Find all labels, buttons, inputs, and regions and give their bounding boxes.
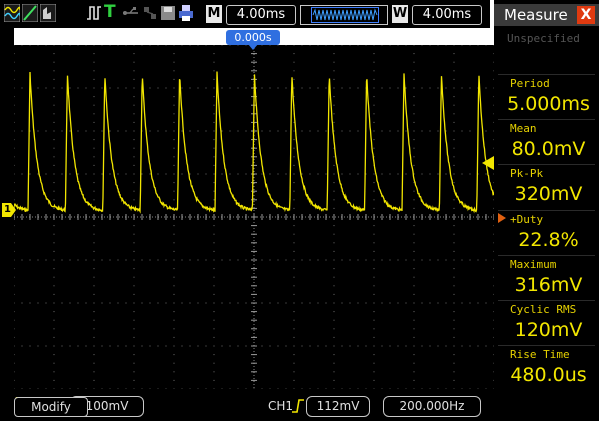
measurement-name: Cyclic RMS (510, 303, 577, 316)
measurement-name: +Duty (510, 213, 544, 226)
measurement-name: Maximum (510, 258, 557, 271)
trigger-position-pointer-icon (248, 44, 258, 50)
measurement-name: Rise Time (510, 348, 570, 361)
modify-button[interactable]: Modify (14, 397, 88, 417)
measurement-name: Pk-Pk (510, 167, 544, 180)
measurement-item[interactable]: Period 5.000ms (498, 74, 595, 119)
measure-panel-header: Measure X (494, 4, 599, 26)
close-icon[interactable]: X (577, 6, 595, 24)
measurement-item[interactable]: +Duty 22.8% (498, 210, 595, 255)
main-timebase-label: M (206, 5, 222, 23)
network-icon (144, 7, 156, 19)
trigger-level-marker-icon[interactable] (482, 156, 494, 170)
measure-source-label: Unspecified (507, 32, 580, 45)
measure-panel-title: Measure (504, 6, 568, 24)
frequency-readout: 200.000Hz (383, 396, 481, 417)
math-icon[interactable] (22, 4, 38, 22)
waveform-icon[interactable] (4, 4, 20, 22)
trigger-status-indicator: T (104, 2, 116, 22)
measurement-value: 80.0mV (511, 138, 586, 160)
measurement-value: 316mV (514, 274, 583, 296)
trigger-position-marker[interactable]: 0.000s (226, 30, 280, 45)
measurement-value: 22.8% (518, 229, 579, 251)
measurement-name: Period (510, 77, 550, 90)
ch1-trace (14, 71, 494, 214)
printer-icon[interactable] (178, 4, 194, 22)
measurement-name: Mean (510, 122, 537, 135)
status-bar: DC 20 100mV CH1 112mV 200.000Hz (0, 392, 599, 421)
measurement-item[interactable]: Mean 80.0mV (498, 119, 595, 164)
selected-measurement-arrow-icon (498, 213, 506, 223)
ch1-marker-label: 1 (4, 204, 11, 215)
measurement-item[interactable]: Rise Time 480.0us (498, 345, 595, 390)
measurement-value: 5.000ms (507, 93, 590, 115)
display-mode-icon[interactable] (40, 4, 56, 22)
window-timebase-label: W (392, 5, 408, 23)
measurement-value: 480.0us (510, 364, 587, 386)
trigger-edge-icon[interactable] (86, 4, 102, 22)
memory-timeline[interactable] (300, 5, 388, 25)
window-timebase-value[interactable]: 4.00ms (412, 5, 482, 25)
top-toolbar: T M 4.00ms W 4.00ms (0, 0, 490, 28)
usb-icon (123, 7, 138, 15)
save-icon[interactable] (160, 4, 176, 22)
measurement-value: 120mV (514, 319, 583, 341)
main-timebase-value[interactable]: 4.00ms (226, 5, 296, 25)
measurement-item[interactable]: Maximum 316mV (498, 255, 595, 300)
rising-edge-icon (292, 399, 304, 413)
measurement-item[interactable]: Pk-Pk 320mV (498, 164, 595, 209)
timeline-waveform-icon (312, 8, 378, 21)
trigger-level-value[interactable]: 112mV (306, 396, 370, 417)
waveform-display[interactable] (14, 45, 494, 389)
measure-panel: Measure X Unspecified Period 5.000ms Mean 8… (494, 0, 599, 392)
trigger-source-label: CH1 (268, 399, 294, 413)
measurement-item[interactable]: Cyclic RMS 120mV (498, 300, 595, 345)
measurement-value: 320mV (514, 183, 583, 205)
